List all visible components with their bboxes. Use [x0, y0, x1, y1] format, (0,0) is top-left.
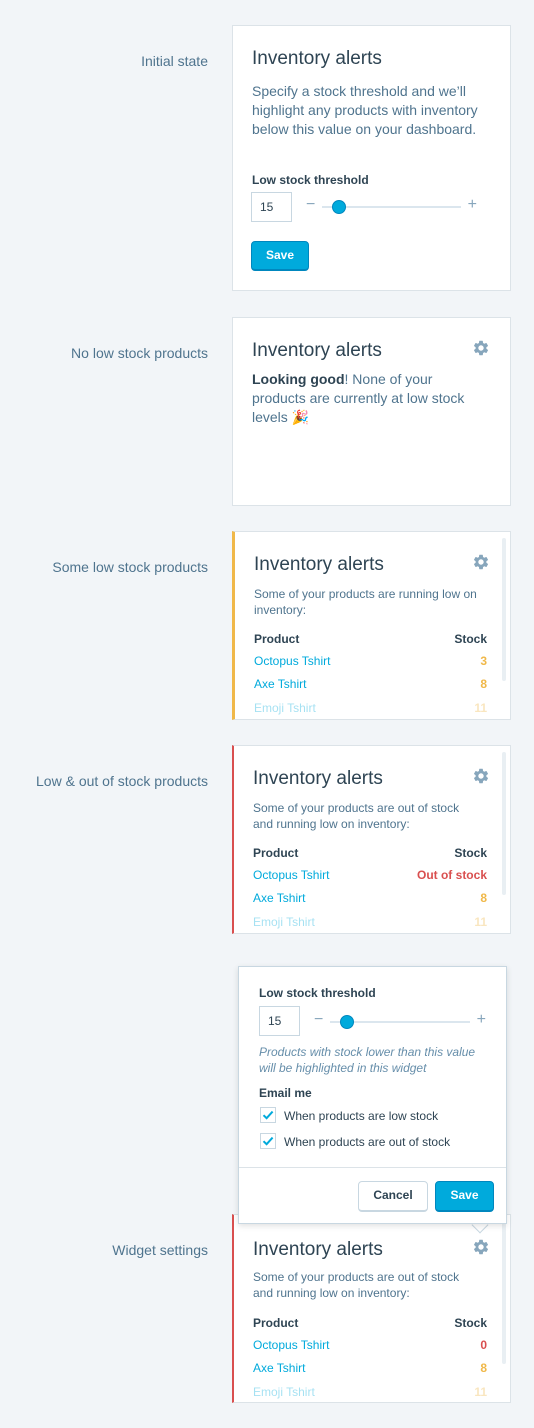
table-header: Product Stock: [253, 846, 487, 860]
card-title: Inventory alerts: [253, 1239, 383, 1260]
table-row[interactable]: Octopus Tshirt 0: [253, 1338, 487, 1352]
product-link[interactable]: Emoji Tshirt: [253, 1385, 315, 1399]
card-title: Inventory alerts: [252, 48, 382, 69]
inventory-card-initial: Inventory alerts Specify a stock thresho…: [232, 25, 511, 291]
stock-value: 11: [474, 1385, 487, 1399]
table-row[interactable]: Axe Tshirt 8: [253, 1361, 487, 1375]
scrollbar[interactable]: [502, 752, 506, 895]
gear-icon[interactable]: [472, 339, 490, 357]
column-stock: Stock: [454, 846, 487, 860]
threshold-input[interactable]: 15: [259, 1006, 300, 1036]
column-product: Product: [253, 1316, 299, 1330]
scrollbar[interactable]: [502, 538, 506, 681]
popover-footer: [239, 1167, 506, 1168]
scrollbar[interactable]: [502, 1221, 506, 1364]
slider-thumb[interactable]: [340, 1015, 354, 1029]
row-label-initial: Initial state: [141, 53, 208, 69]
threshold-label: Low stock threshold: [252, 173, 369, 187]
plus-icon[interactable]: +: [468, 196, 477, 214]
checkbox-checked-icon[interactable]: [260, 1107, 276, 1123]
card-description: Some of your products are out of stock a…: [253, 1270, 460, 1300]
gear-icon[interactable]: [472, 1238, 490, 1256]
threshold-slider[interactable]: − +: [306, 196, 477, 215]
stock-value: 0: [480, 1338, 487, 1352]
save-button[interactable]: Save: [251, 241, 309, 271]
plus-icon[interactable]: +: [477, 1011, 486, 1029]
table-row[interactable]: Axe Tshirt 8: [254, 677, 487, 691]
card-description: Specify a stock threshold and we’ll high…: [252, 83, 478, 137]
cancel-button[interactable]: Cancel: [358, 1181, 428, 1212]
column-product: Product: [253, 846, 299, 860]
row-label-no-low: No low stock products: [71, 345, 208, 361]
card-description: Some of your products are out of stock a…: [253, 801, 460, 831]
save-button[interactable]: Save: [435, 1181, 494, 1212]
minus-icon[interactable]: −: [306, 196, 315, 214]
product-link[interactable]: Axe Tshirt: [254, 677, 306, 691]
threshold-label: Low stock threshold: [259, 986, 376, 1000]
table-header: Product Stock: [254, 632, 487, 646]
card-description: Some of your products are running low on…: [254, 587, 477, 617]
gear-icon[interactable]: [472, 767, 490, 785]
slider-thumb[interactable]: [332, 200, 346, 214]
card-message: Looking good! None of your products are …: [252, 370, 487, 427]
stock-value: 8: [480, 677, 487, 691]
inventory-card-settings: Inventory alerts Some of your products a…: [232, 1214, 511, 1403]
inventory-card-no-low: Inventory alerts Looking good! None of y…: [232, 317, 511, 506]
stock-value: 8: [480, 891, 487, 905]
stock-value: 3: [480, 654, 487, 668]
stock-value: 11: [474, 701, 487, 715]
column-product: Product: [254, 632, 300, 646]
table-row[interactable]: Emoji Tshirt 11: [254, 701, 487, 715]
minus-icon[interactable]: −: [314, 1011, 323, 1029]
product-link[interactable]: Octopus Tshirt: [254, 654, 330, 668]
product-link[interactable]: Octopus Tshirt: [253, 1338, 329, 1352]
message-highlight: Looking good: [252, 371, 345, 387]
inventory-card-some-low: Inventory alerts Some of your products a…: [232, 531, 511, 720]
table-row[interactable]: Axe Tshirt 8: [253, 891, 487, 905]
settings-popover: Low stock threshold 15 − + Products with…: [238, 966, 507, 1224]
table-header: Product Stock: [253, 1316, 487, 1330]
checkbox-checked-icon[interactable]: [260, 1133, 276, 1149]
column-stock: Stock: [454, 632, 487, 646]
product-link[interactable]: Axe Tshirt: [253, 1361, 305, 1375]
table-row[interactable]: Octopus Tshirt 3: [254, 654, 487, 668]
product-link[interactable]: Axe Tshirt: [253, 891, 305, 905]
email-out-of-stock-label: When products are out of stock: [284, 1135, 451, 1149]
product-link[interactable]: Octopus Tshirt: [253, 868, 329, 882]
table-row[interactable]: Emoji Tshirt 11: [253, 915, 487, 929]
product-link[interactable]: Emoji Tshirt: [254, 701, 316, 715]
stock-value: 11: [474, 915, 487, 929]
row-label-some-low: Some low stock products: [52, 559, 208, 575]
row-label-settings: Widget settings: [112, 1242, 208, 1258]
threshold-hint: Products with stock lower than this valu…: [259, 1045, 476, 1075]
table-row[interactable]: Octopus Tshirt Out of stock: [253, 868, 487, 882]
threshold-input[interactable]: 15: [251, 192, 292, 222]
stock-value: 8: [480, 1361, 487, 1375]
column-stock: Stock: [454, 1316, 487, 1330]
email-label: Email me: [259, 1086, 312, 1100]
card-title: Inventory alerts: [253, 768, 383, 789]
stock-value: Out of stock: [416, 868, 487, 882]
gear-icon[interactable]: [472, 553, 490, 571]
inventory-card-out-of-stock: Inventory alerts Some of your products a…: [232, 745, 511, 934]
table-row[interactable]: Emoji Tshirt 11: [253, 1385, 487, 1399]
threshold-slider[interactable]: − +: [314, 1011, 486, 1030]
product-link[interactable]: Emoji Tshirt: [253, 915, 315, 929]
card-title: Inventory alerts: [254, 554, 384, 575]
card-title: Inventory alerts: [252, 340, 382, 361]
row-label-out-of-stock: Low & out of stock products: [36, 773, 208, 789]
email-low-stock-label: When products are low stock: [284, 1109, 439, 1123]
party-emoji: 🎉: [291, 409, 310, 425]
